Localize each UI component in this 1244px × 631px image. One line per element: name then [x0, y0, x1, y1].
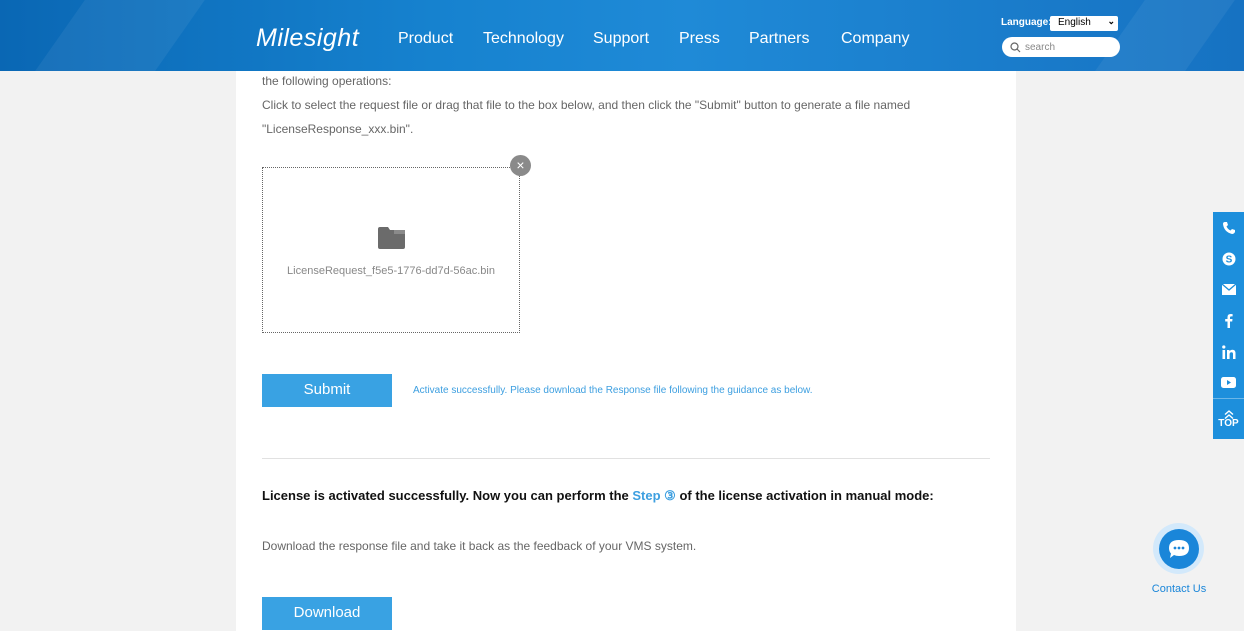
selected-file-name: LicenseRequest_f5e5-1776-dd7d-56ac.bin: [287, 265, 495, 277]
nav-technology[interactable]: Technology: [483, 30, 564, 48]
chat-bubble-icon: [1158, 528, 1199, 569]
milesight-logo[interactable]: Milesight: [256, 24, 359, 53]
nav-support[interactable]: Support: [593, 30, 649, 48]
contact-us-label[interactable]: Contact Us: [1140, 583, 1218, 595]
site-header: Milesight Product Technology Support Pre…: [0, 0, 1244, 71]
download-button[interactable]: Download: [262, 597, 392, 630]
nav-press[interactable]: Press: [679, 30, 720, 48]
back-to-top-label: TOP: [1218, 417, 1239, 429]
search-input[interactable]: search: [1002, 37, 1120, 57]
heading-text: License is activated successfully. Now y…: [262, 488, 633, 503]
header-decoration: [1095, 0, 1235, 71]
nav-product[interactable]: Product: [398, 30, 453, 48]
youtube-icon[interactable]: [1213, 367, 1244, 398]
search-icon: [1010, 41, 1021, 52]
heading-text: of the license activation in manual mode…: [675, 488, 934, 503]
intro-text: the following operations:: [262, 74, 392, 88]
close-icon: ×: [516, 157, 525, 173]
mail-icon[interactable]: [1213, 274, 1244, 305]
divider: [262, 458, 990, 459]
back-to-top-button[interactable]: TOP: [1213, 398, 1244, 439]
nav-company[interactable]: Company: [841, 30, 909, 48]
skype-icon[interactable]: S: [1213, 243, 1244, 274]
folder-icon: [378, 227, 405, 254]
search-placeholder: search: [1025, 41, 1056, 53]
chevron-down-icon: ⌄: [1107, 16, 1115, 26]
phone-icon[interactable]: [1213, 212, 1244, 243]
facebook-icon[interactable]: [1213, 305, 1244, 336]
intro-text: "LicenseResponse_xxx.bin".: [262, 122, 414, 136]
language-label: Language:: [1001, 17, 1052, 28]
remove-file-button[interactable]: ×: [510, 155, 531, 176]
language-value: English: [1058, 17, 1091, 28]
activation-heading: License is activated successfully. Now y…: [262, 488, 934, 504]
contact-us-button[interactable]: [1153, 523, 1204, 574]
linkedin-icon[interactable]: [1213, 336, 1244, 367]
language-select[interactable]: English ⌄: [1050, 16, 1118, 31]
submit-button[interactable]: Submit: [262, 374, 392, 407]
social-sidebar: S TOP: [1213, 212, 1244, 439]
download-description: Download the response file and take it b…: [262, 539, 697, 553]
header-decoration: [35, 0, 205, 71]
intro-text: Click to select the request file or drag…: [262, 98, 911, 112]
nav-partners[interactable]: Partners: [749, 30, 809, 48]
success-message: Activate successfully. Please download t…: [413, 385, 813, 396]
svg-text:S: S: [1225, 254, 1232, 265]
step-link[interactable]: Step ③: [632, 488, 675, 503]
